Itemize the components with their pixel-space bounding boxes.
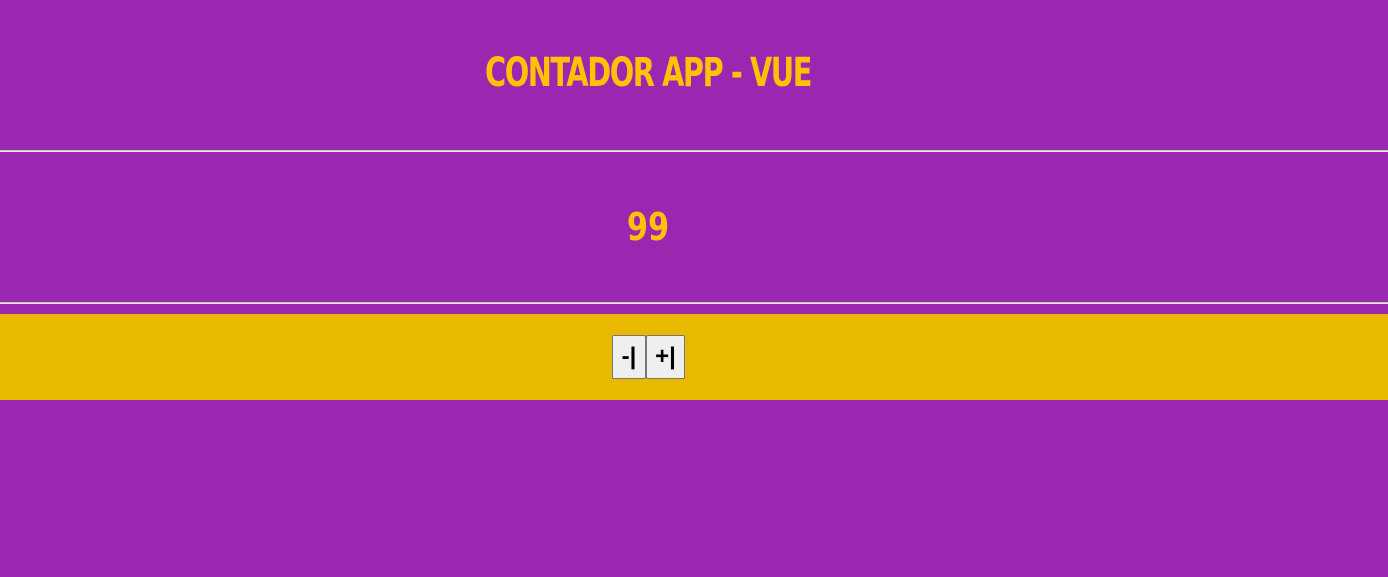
controls-bar: -| +| [0, 314, 1388, 400]
increment-button[interactable]: +| [646, 335, 685, 379]
page-title: CONTADOR APP - VUE [485, 50, 812, 96]
divider-top [0, 150, 1388, 152]
divider-bottom [0, 302, 1388, 304]
counter-value: 99 [626, 205, 670, 249]
decrement-button[interactable]: -| [612, 335, 646, 379]
